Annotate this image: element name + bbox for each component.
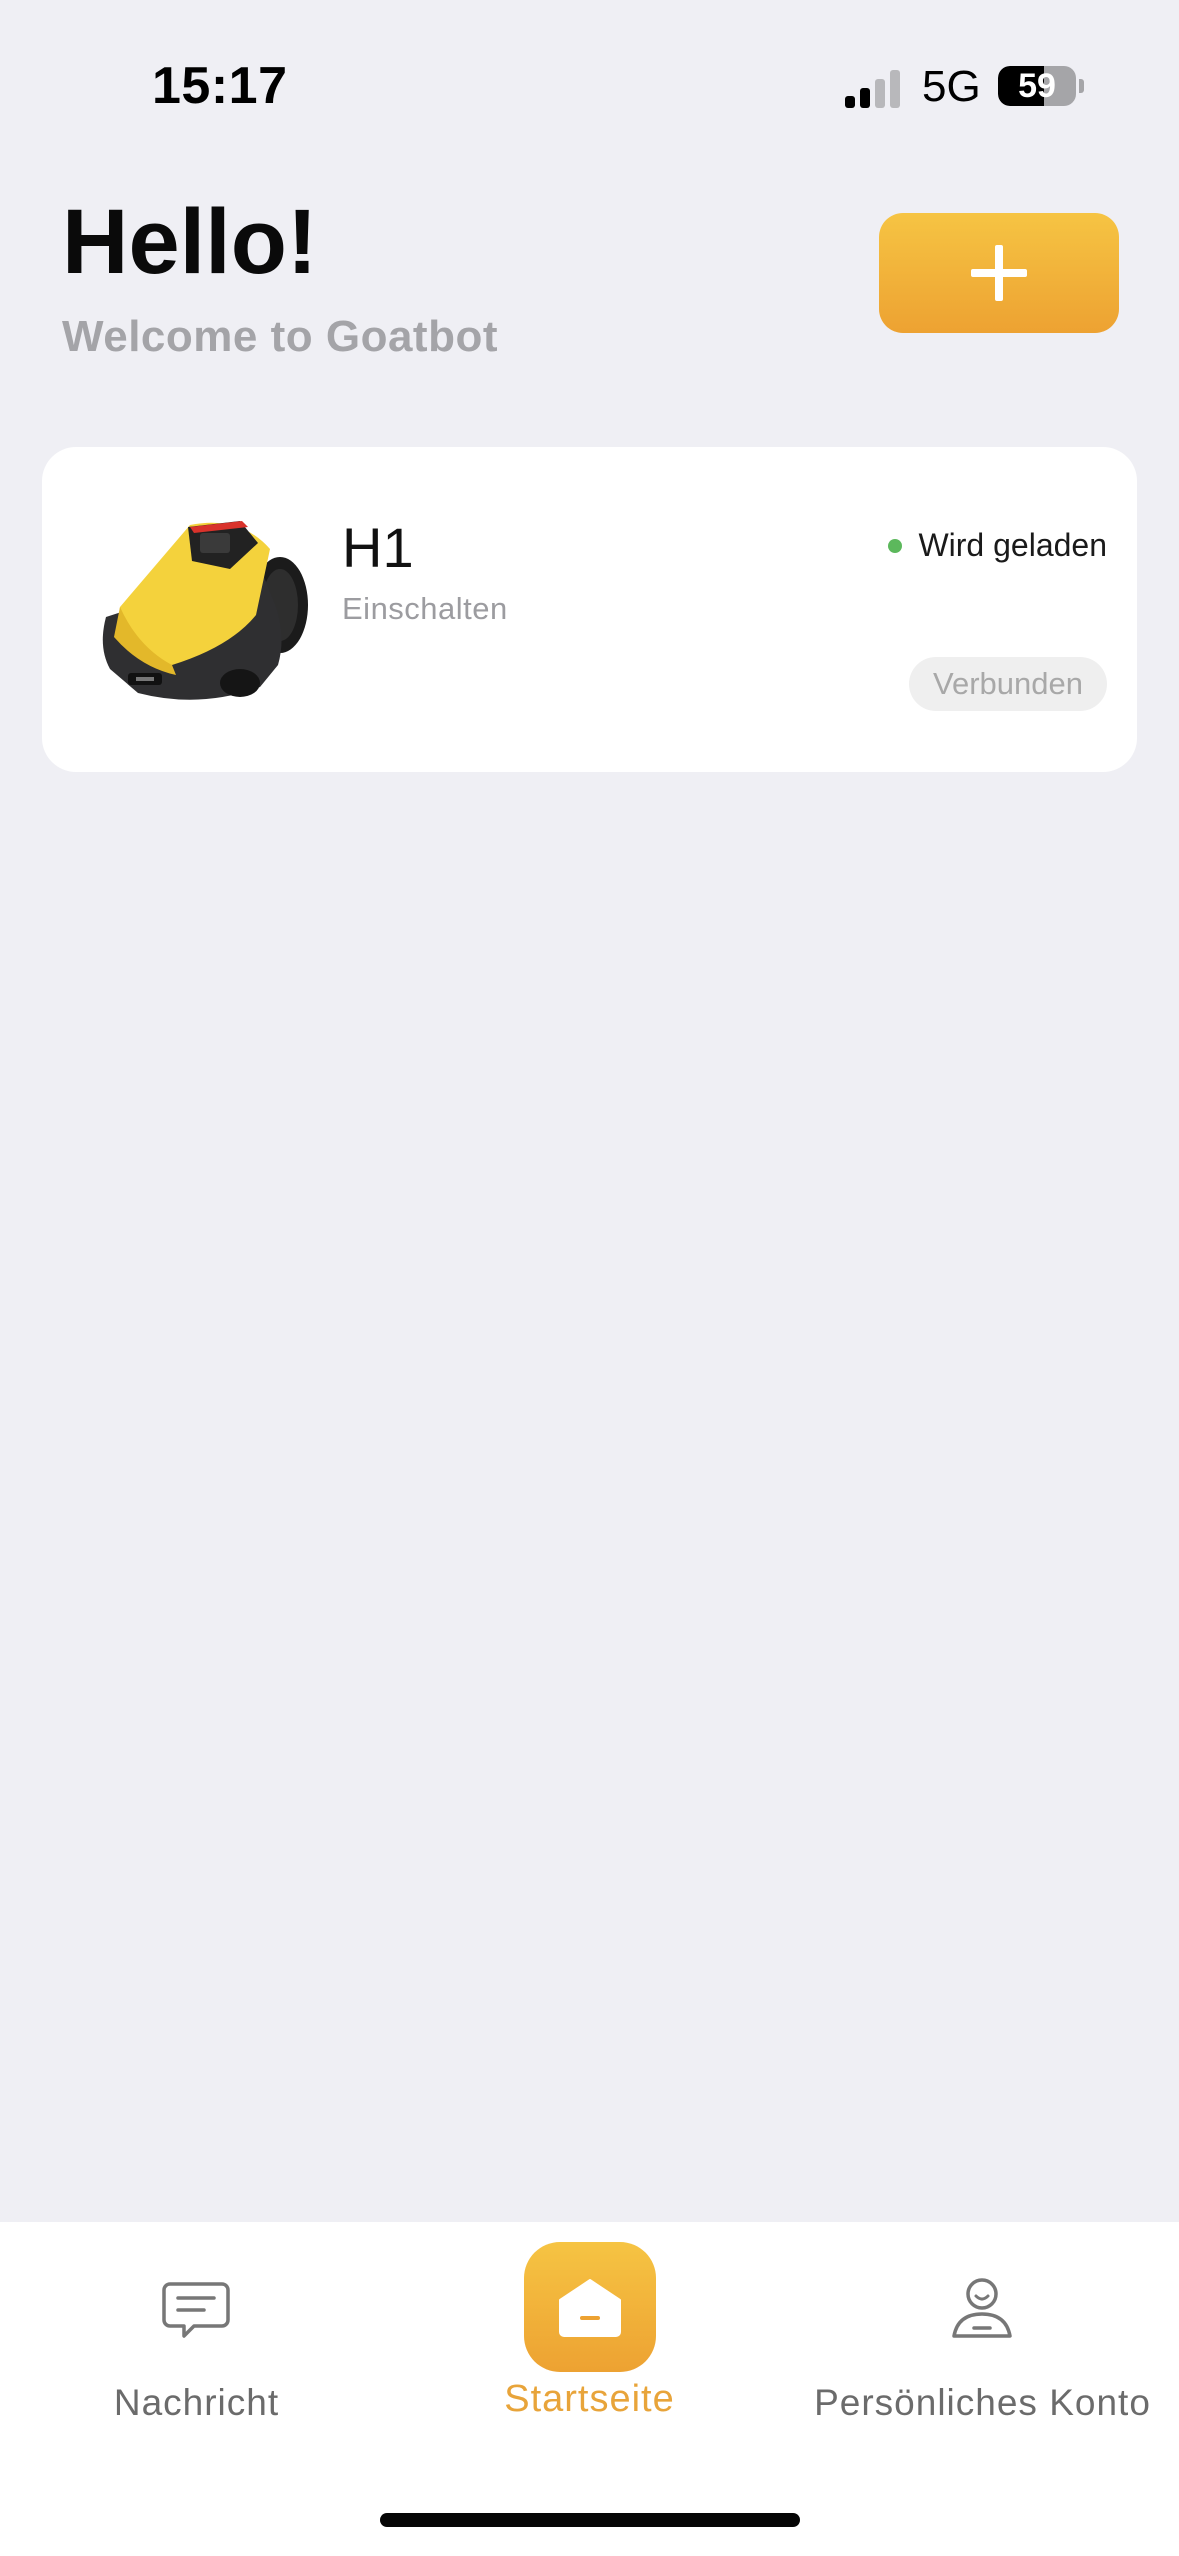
tab-startseite[interactable]: Startseite <box>393 2222 786 2442</box>
device-card[interactable]: H1 Einschalten Wird geladen Verbunden <box>42 447 1137 772</box>
home-icon <box>559 2279 621 2337</box>
home-indicator[interactable] <box>380 2513 800 2527</box>
home-screen: 15:17 5G 59 Hello! Welcome to Goatbot H1… <box>0 0 1179 2556</box>
user-icon <box>952 2278 1012 2338</box>
connection-badge: Verbunden <box>909 657 1107 711</box>
home-tab-highlight <box>524 2242 656 2372</box>
bottom-navigation: Nachricht Startseite Persönliches Konto <box>0 2222 1179 2556</box>
battery-level: 59 <box>1018 67 1056 105</box>
tab-label-persoenliches-konto: Persönliches Konto <box>814 2382 1151 2423</box>
tab-label-startseite: Startseite <box>504 2378 675 2420</box>
tab-persoenliches-konto[interactable]: Persönliches Konto <box>786 2222 1179 2442</box>
status-text: Wird geladen <box>918 527 1107 563</box>
add-device-button[interactable] <box>879 213 1119 333</box>
status-time: 15:17 <box>152 57 288 115</box>
greeting-title: Hello! <box>62 191 318 293</box>
status-dot-icon <box>888 538 903 553</box>
device-name: H1 <box>342 516 414 579</box>
robot-mower-image <box>102 521 308 700</box>
message-icon <box>162 2282 230 2338</box>
battery-tip <box>1079 79 1084 93</box>
welcome-subtitle: Welcome to Goatbot <box>62 312 498 361</box>
status-bar: 15:17 5G 59 <box>0 0 1179 150</box>
tab-nachricht[interactable]: Nachricht <box>0 2222 393 2442</box>
device-status: Wird geladen <box>888 527 1107 564</box>
cellular-signal-icon <box>845 70 900 108</box>
battery-icon: 59 <box>998 66 1076 106</box>
tab-label-nachricht: Nachricht <box>113 2382 280 2423</box>
plus-icon <box>971 245 1027 301</box>
device-mode: Einschalten <box>342 591 508 626</box>
network-type: 5G <box>922 62 981 111</box>
